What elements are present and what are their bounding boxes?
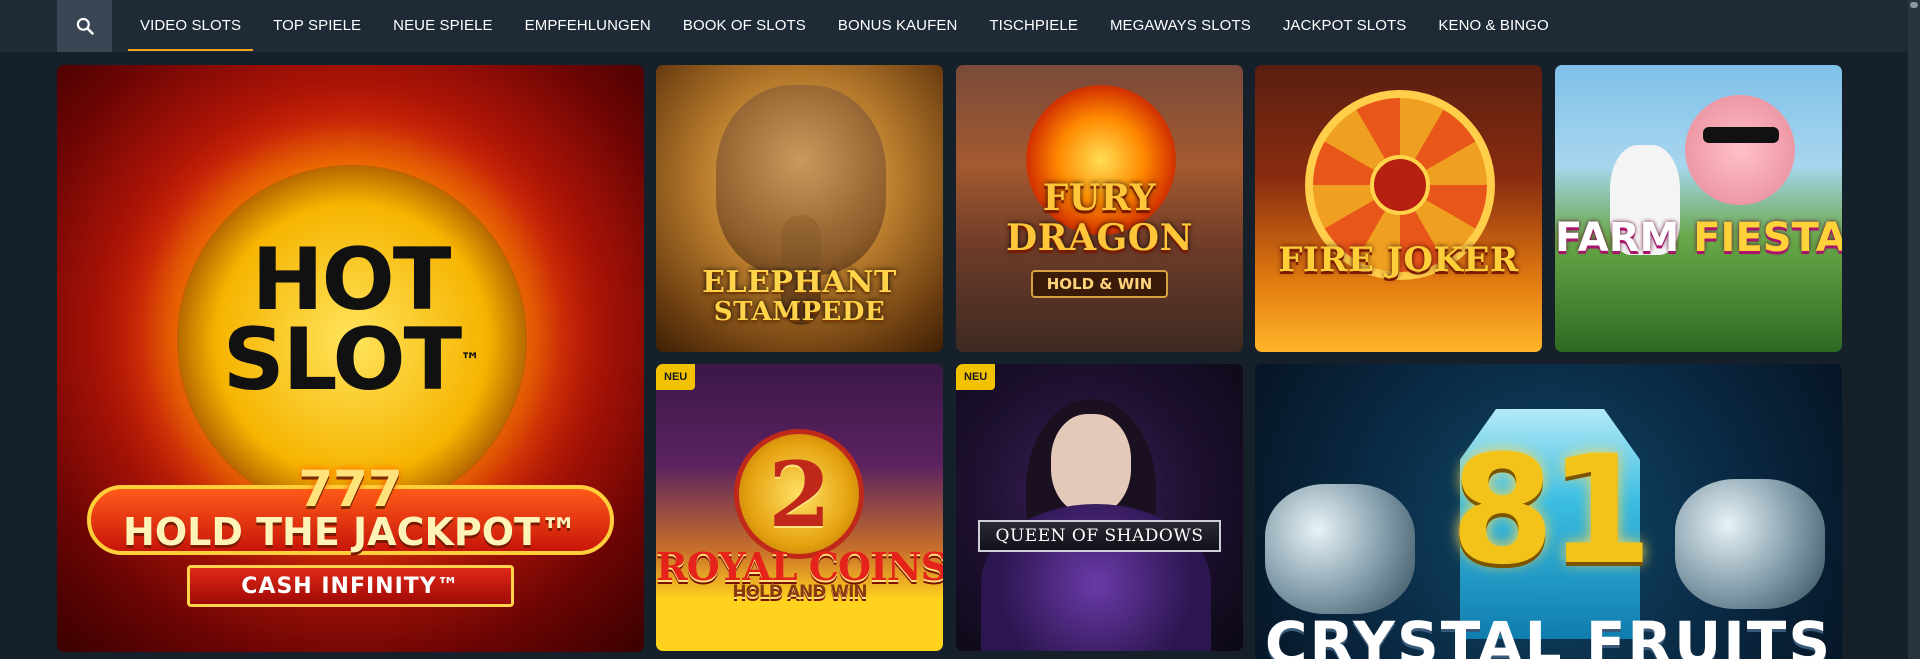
- hot-slot-tm: ™: [460, 348, 480, 372]
- page-scrollbar[interactable]: [1908, 0, 1920, 659]
- game-tile-royal-coins[interactable]: 2 ROYAL COINS HOLD AND WIN NEU: [656, 364, 943, 651]
- elephant-title-line1: ELEPHANT: [702, 265, 897, 300]
- tab-top-spiele[interactable]: TOP SPIELE: [257, 0, 377, 50]
- fiesta-word: FIESTA: [1693, 215, 1842, 261]
- tab-tischpiele[interactable]: TISCHPIELE: [973, 0, 1094, 50]
- crystal-fruits-title: CRYSTAL FRUITS: [1264, 609, 1833, 659]
- royal-coins-subtitle: HOLD AND WIN: [732, 582, 867, 602]
- tab-video-slots[interactable]: VIDEO SLOTS: [124, 0, 257, 51]
- hot-slot-title: HOT SLOT™: [57, 237, 644, 403]
- search-icon: [76, 17, 94, 35]
- category-tabs: VIDEO SLOTS TOP SPIELE NEUE SPIELE EMPFE…: [124, 0, 1565, 52]
- farm-fiesta-title: FARM FIESTA: [1555, 215, 1842, 261]
- game-tile-fire-joker[interactable]: FIRE JOKER: [1255, 65, 1542, 352]
- fire-joker-title: FIRE JOKER: [1278, 240, 1519, 280]
- tab-book-of-slots[interactable]: BOOK OF SLOTS: [667, 0, 822, 50]
- search-button[interactable]: [57, 0, 112, 52]
- new-badge: NEU: [656, 364, 696, 390]
- tab-bonus-kaufen[interactable]: BONUS KAUFEN: [822, 0, 974, 50]
- hot-slot-cash-banner: CASH INFINITY™: [187, 565, 514, 607]
- game-tile-hot-slot[interactable]: HOT SLOT™ 777 HOLD THE JACKPOT™ CASH INF…: [57, 65, 644, 652]
- queen-face-art: [1051, 414, 1131, 514]
- game-tile-fury-dragon[interactable]: FURY DRAGON HOLD & WIN: [956, 65, 1243, 352]
- dragon-title-line1: FURY: [1042, 177, 1157, 219]
- dragon-title-line2: DRAGON: [1005, 217, 1194, 259]
- game-tile-elephant-stampede[interactable]: ELEPHANT STAMPEDE: [656, 65, 943, 352]
- scrollbar-thumb[interactable]: [1910, 2, 1918, 8]
- sunglasses-art: [1703, 127, 1779, 143]
- casino-lobby: VIDEO SLOTS TOP SPIELE NEUE SPIELE EMPFE…: [0, 0, 1920, 659]
- hot-slot-line2: SLOT: [222, 310, 462, 410]
- royal-coins-number: 2: [768, 442, 831, 548]
- hot-slot-hold-text: HOLD THE JACKPOT™: [123, 510, 578, 554]
- game-tile-farm-fiesta[interactable]: FARM FIESTA: [1555, 65, 1842, 352]
- pig-art: [1685, 95, 1795, 205]
- game-tile-queen-of-shadows[interactable]: QUEEN OF SHADOWS NEU: [956, 364, 1243, 651]
- joker-face-art: [1370, 155, 1430, 215]
- dragon-hold-win-badge: HOLD & WIN: [1031, 270, 1168, 298]
- crystal-fruits-number: 81: [1450, 424, 1653, 598]
- game-tile-crystal-fruits[interactable]: 81 CRYSTAL FRUITS: [1255, 364, 1842, 659]
- farm-word: FARM: [1555, 215, 1694, 261]
- tab-megaways-slots[interactable]: MEGAWAYS SLOTS: [1094, 0, 1267, 50]
- tab-jackpot-slots[interactable]: JACKPOT SLOTS: [1267, 0, 1423, 50]
- new-badge: NEU: [956, 364, 996, 390]
- tab-keno-bingo[interactable]: KENO & BINGO: [1422, 0, 1564, 50]
- elephant-title-line2: STAMPEDE: [713, 297, 886, 327]
- tab-neue-spiele[interactable]: NEUE SPIELE: [377, 0, 508, 50]
- category-nav: VIDEO SLOTS TOP SPIELE NEUE SPIELE EMPFE…: [0, 0, 1908, 52]
- queen-title-banner: QUEEN OF SHADOWS: [978, 520, 1221, 552]
- tab-empfehlungen[interactable]: EMPFEHLUNGEN: [509, 0, 667, 50]
